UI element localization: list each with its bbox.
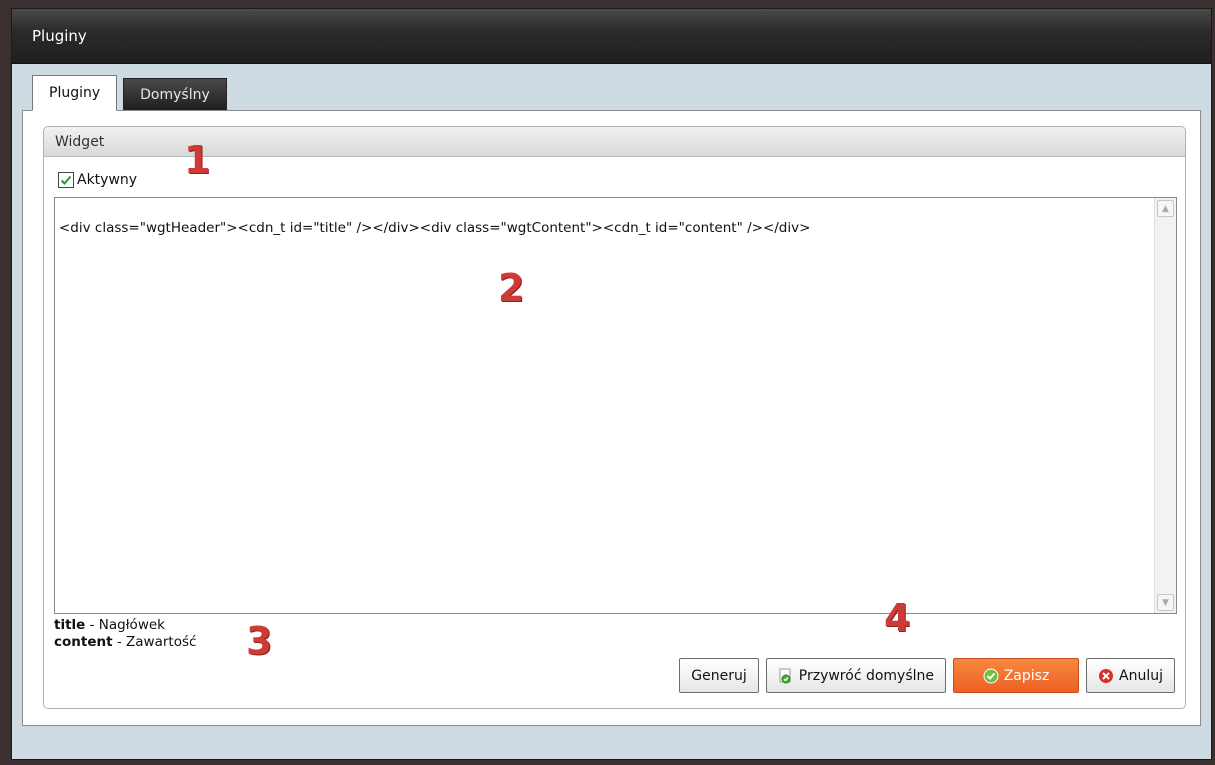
tab-pluginy[interactable]: Pluginy <box>32 75 118 111</box>
tab-content-panel: Widget Aktywny <div class="wgtHeader"><c… <box>22 110 1201 726</box>
checkmark-icon <box>60 175 72 185</box>
editor-content[interactable]: <div class="wgtHeader"><cdn_t id="title"… <box>59 220 1146 236</box>
active-checkbox-label[interactable]: Aktywny <box>77 172 137 188</box>
cancel-button-label: Anuluj <box>1119 667 1163 684</box>
tab-bar: Pluginy Domyślny <box>32 75 227 111</box>
widget-template-editor[interactable]: <div class="wgtHeader"><cdn_t id="title"… <box>54 197 1177 614</box>
annotation-marker-1: 1 <box>184 138 211 182</box>
annotation-marker-4: 4 <box>884 596 911 640</box>
plugins-window: Pluginy Pluginy Domyślny Widget Aktywny … <box>11 8 1212 760</box>
window-title: Pluginy <box>12 9 1211 64</box>
placeholder-legend: title - Nagłówek content - Zawartość <box>54 617 196 651</box>
legend-item-title: title - Nagłówek <box>54 617 196 634</box>
legend-key: content <box>54 634 113 650</box>
save-button[interactable]: Zapisz <box>953 658 1080 693</box>
active-checkbox-row: Aktywny <box>58 172 137 188</box>
close-circle-icon <box>1099 668 1114 683</box>
restore-defaults-button[interactable]: Przywróć domyślne <box>765 658 947 693</box>
save-button-label: Zapisz <box>1003 667 1050 684</box>
legend-key: title <box>54 617 86 633</box>
tab-domyslny[interactable]: Domyślny <box>123 78 227 110</box>
scroll-up-icon[interactable]: ▲ <box>1157 200 1174 217</box>
legend-item-content: content - Zawartość <box>54 634 196 651</box>
restore-document-icon <box>779 668 791 683</box>
action-buttons: Generuj Przywróć domyślne Zapisz Anuluj <box>679 658 1175 693</box>
annotation-marker-3: 3 <box>246 619 273 663</box>
editor-scrollbar[interactable]: ▲ ▼ <box>1154 198 1176 613</box>
active-checkbox[interactable] <box>58 172 74 188</box>
legend-desc: - Zawartość <box>112 634 197 650</box>
cancel-button[interactable]: Anuluj <box>1086 658 1175 693</box>
widget-section-title: Widget <box>44 127 1185 157</box>
legend-desc: - Nagłówek <box>85 617 165 633</box>
widget-section: Widget Aktywny <div class="wgtHeader"><c… <box>43 126 1186 709</box>
annotation-marker-2: 2 <box>498 266 525 310</box>
scroll-down-icon[interactable]: ▼ <box>1157 594 1174 611</box>
check-circle-icon <box>983 668 999 683</box>
restore-defaults-label: Przywróć domyślne <box>798 667 935 684</box>
generate-button[interactable]: Generuj <box>679 658 759 693</box>
generate-button-label: Generuj <box>691 667 747 684</box>
